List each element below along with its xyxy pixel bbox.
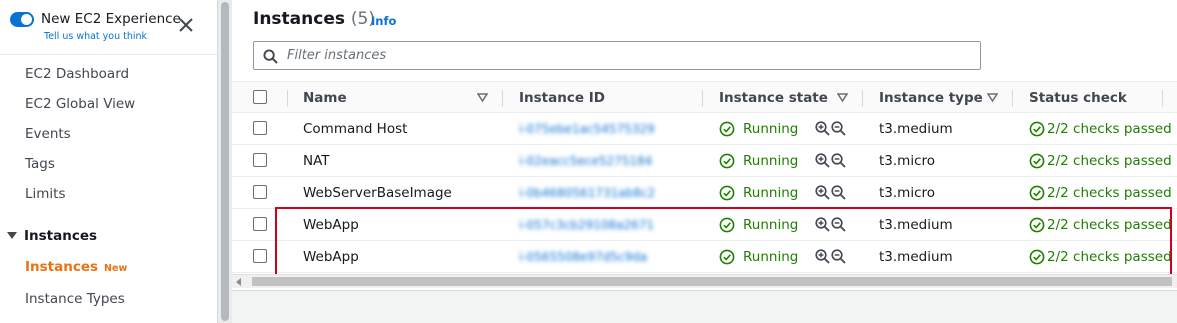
row-checkbox[interactable] <box>253 185 267 199</box>
select-all-checkbox[interactable] <box>253 90 267 104</box>
column-divider <box>862 90 863 107</box>
main-content: Instances (5) Info Name Instance ID <box>232 0 1177 323</box>
sidebar-item-events[interactable]: Events <box>25 126 71 142</box>
instance-id-link[interactable]: i-0b4680561731ab8c2 <box>519 186 655 200</box>
sidebar-item-limits[interactable]: Limits <box>25 186 66 202</box>
instance-state: Running <box>743 153 799 169</box>
instance-state: Running <box>743 121 799 137</box>
status-check: 2/2 checks passed <box>1047 153 1172 169</box>
horizontal-scroll-thumb[interactable] <box>252 277 1172 286</box>
feedback-link[interactable]: Tell us what you think <box>44 31 147 42</box>
column-header-instance-type[interactable]: Instance type <box>879 90 983 106</box>
table-row[interactable]: NAT i-02eacc5ece5275184 Running t3.micro 2/2… <box>232 145 1177 177</box>
sidebar-scrollbar[interactable] <box>217 0 232 323</box>
instance-name: Command Host <box>303 121 408 137</box>
column-divider <box>1012 90 1013 107</box>
highlight-box <box>275 207 1172 277</box>
sort-down-icon[interactable] <box>987 93 998 103</box>
sidebar-scroll-thumb[interactable] <box>221 2 229 321</box>
details-panel-divider <box>232 290 1177 323</box>
info-link[interactable]: Info <box>371 14 396 28</box>
instance-name: NAT <box>303 153 330 169</box>
new-experience-toggle[interactable] <box>10 12 34 27</box>
filter-box[interactable] <box>253 41 981 70</box>
filter-instances-input[interactable] <box>287 46 967 65</box>
sidebar-section-instances[interactable]: Instances <box>7 228 97 244</box>
running-status-icon <box>719 113 735 145</box>
scroll-left-icon[interactable] <box>236 278 241 286</box>
horizontal-scrollbar[interactable] <box>232 274 1177 288</box>
sidebar-divider <box>0 54 217 55</box>
sidebar-item-ec2-dashboard[interactable]: EC2 Dashboard <box>25 66 129 82</box>
sidebar-item-instances[interactable]: Instances New <box>25 259 127 275</box>
sidebar-item-tags[interactable]: Tags <box>25 156 55 172</box>
zoom-out-icon[interactable] <box>831 121 846 136</box>
column-divider <box>287 90 288 107</box>
column-divider <box>702 90 703 107</box>
instance-type: t3.micro <box>879 185 936 201</box>
row-checkbox[interactable] <box>253 121 267 135</box>
column-divider <box>1162 90 1163 107</box>
check-circle-icon <box>1029 177 1045 209</box>
page-title: Instances (5) <box>253 9 375 29</box>
column-header-status-check[interactable]: Status check <box>1029 90 1127 106</box>
new-badge: New <box>104 263 128 274</box>
status-check: 2/2 checks passed <box>1047 185 1172 201</box>
running-status-icon <box>719 177 735 209</box>
row-checkbox[interactable] <box>253 153 267 167</box>
zoom-out-icon[interactable] <box>831 153 846 168</box>
caret-down-icon <box>7 232 17 239</box>
instances-panel: Instances (5) Info Name Instance ID <box>232 0 1177 290</box>
sidebar-item-ec2-global-view[interactable]: EC2 Global View <box>25 96 135 112</box>
check-circle-icon <box>1029 113 1045 145</box>
table-row[interactable]: Command Host i-075ebe1ac54575329 Running t3… <box>232 113 1177 145</box>
check-circle-icon <box>1029 145 1045 177</box>
zoom-in-icon[interactable] <box>815 185 830 200</box>
page-title-text: Instances <box>253 9 345 29</box>
column-header-instance-id[interactable]: Instance ID <box>519 90 605 106</box>
table-header: Name Instance ID Instance state Instance… <box>232 81 1177 113</box>
running-status-icon <box>719 145 735 177</box>
row-checkbox[interactable] <box>253 217 267 231</box>
instance-id-link[interactable]: i-075ebe1ac54575329 <box>519 122 655 136</box>
new-experience-title: New EC2 Experience <box>41 11 181 27</box>
search-icon <box>263 49 278 64</box>
row-checkbox[interactable] <box>253 249 267 263</box>
sidebar-item-label: Instances <box>25 259 99 275</box>
close-icon[interactable] <box>176 15 196 35</box>
instance-state: Running <box>743 185 799 201</box>
table-row[interactable]: WebServerBaseImage i-0b4680561731ab8c2 Run… <box>232 177 1177 209</box>
sidebar-item-instance-types[interactable]: Instance Types <box>25 291 125 307</box>
zoom-in-icon[interactable] <box>815 121 830 136</box>
column-header-name[interactable]: Name <box>303 90 347 106</box>
instance-name: WebServerBaseImage <box>303 185 452 201</box>
zoom-in-icon[interactable] <box>815 153 830 168</box>
instance-type: t3.micro <box>879 153 936 169</box>
zoom-out-icon[interactable] <box>831 185 846 200</box>
column-header-instance-state[interactable]: Instance state <box>719 90 828 106</box>
sidebar: New EC2 Experience Tell us what you thin… <box>0 0 217 323</box>
instance-type: t3.medium <box>879 121 953 137</box>
status-check: 2/2 checks passed <box>1047 121 1172 137</box>
instance-id-link[interactable]: i-02eacc5ece5275184 <box>519 154 652 168</box>
toggle-knob <box>21 14 32 25</box>
sort-down-icon[interactable] <box>837 93 848 103</box>
sort-down-icon[interactable] <box>477 93 488 103</box>
sidebar-section-label: Instances <box>24 228 98 244</box>
column-divider <box>502 90 503 107</box>
